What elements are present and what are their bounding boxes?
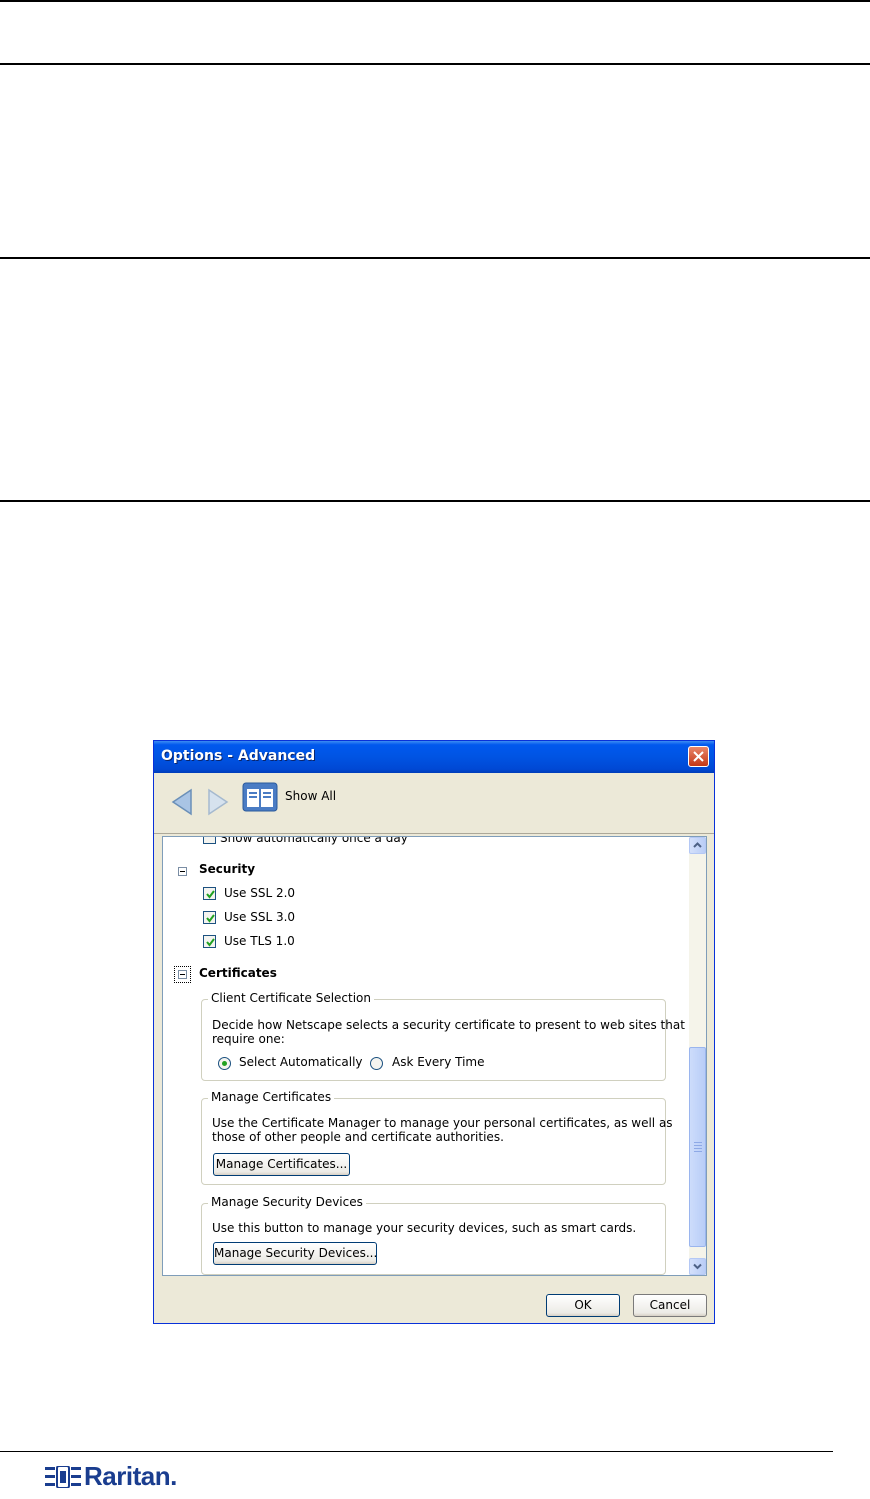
close-button[interactable] [688, 746, 709, 767]
close-icon [693, 751, 704, 762]
show-all-icon[interactable] [242, 782, 278, 812]
ssl2-label: Use SSL 2.0 [224, 886, 296, 900]
manage-devices-group: Manage Security Devices Use this button … [201, 1195, 666, 1275]
manage-certificates-button[interactable]: Manage Certificates... [213, 1153, 350, 1176]
security-heading: Security [199, 862, 256, 876]
manage-devices-desc: Use this button to manage your security … [212, 1221, 637, 1235]
manage-certs-desc-2: those of other people and certificate au… [212, 1130, 504, 1144]
security-collapse-toggle[interactable] [178, 867, 187, 876]
footer-rule [0, 1451, 833, 1452]
client-cert-desc-2: require one: [212, 1032, 285, 1046]
select-automatically-label[interactable]: Select Automatically [239, 1055, 363, 1069]
client-cert-group: Client Certificate Selection Decide how … [201, 991, 685, 1081]
dialog-title: Options - Advanced [161, 748, 316, 764]
radio-ask-every-time[interactable] [370, 1057, 383, 1070]
page-rule-top [0, 0, 870, 2]
tls1-label: Use TLS 1.0 [224, 934, 295, 948]
client-cert-legend: Client Certificate Selection [208, 991, 375, 1005]
checkbox-ssl3[interactable] [203, 911, 216, 924]
check-icon [206, 890, 215, 899]
client-cert-desc-1: Decide how Netscape selects a security c… [212, 1018, 685, 1032]
scroll-thumb[interactable] [689, 1047, 706, 1247]
certificates-heading: Certificates [199, 966, 277, 980]
toolbar: Show All [154, 773, 714, 834]
forward-arrow-icon[interactable] [207, 788, 229, 816]
vertical-scrollbar[interactable] [689, 837, 706, 1275]
cancel-button[interactable]: Cancel [633, 1294, 707, 1317]
scroll-up-button[interactable] [689, 837, 706, 854]
options-dialog: Options - Advanced Show All Show automat… [153, 740, 715, 1324]
ok-button[interactable]: OK [546, 1294, 620, 1317]
check-icon [206, 914, 215, 923]
checkbox-show-daily[interactable] [203, 837, 216, 844]
radio-select-automatically[interactable] [218, 1057, 231, 1070]
raritan-logo-text: Raritan. [84, 1461, 177, 1491]
manage-certs-group: Manage Certificates Use the Certificate … [201, 1090, 673, 1185]
scroll-down-button[interactable] [689, 1258, 706, 1275]
truncated-item: Show automatically once a day [220, 836, 408, 845]
chevron-down-icon [693, 1263, 702, 1270]
page-rule-3 [0, 500, 870, 502]
ssl3-label: Use SSL 3.0 [224, 910, 296, 924]
certificates-collapse-toggle[interactable] [178, 970, 187, 979]
manage-security-devices-button[interactable]: Manage Security Devices... [213, 1242, 377, 1265]
manage-certs-desc-1: Use the Certificate Manager to manage yo… [212, 1116, 673, 1130]
page-rule-1 [0, 63, 870, 65]
back-arrow-icon[interactable] [171, 788, 193, 816]
manage-devices-legend: Manage Security Devices [208, 1195, 366, 1209]
manage-certs-legend: Manage Certificates [208, 1090, 335, 1104]
checkbox-tls1[interactable] [203, 935, 216, 948]
options-content: Show automatically once a day Security U… [162, 836, 707, 1276]
title-bar[interactable]: Options - Advanced [154, 741, 714, 773]
show-all-label[interactable]: Show All [285, 789, 336, 803]
raritan-logo-icon [45, 1466, 81, 1488]
ask-every-time-label[interactable]: Ask Every Time [392, 1055, 485, 1069]
checkbox-ssl2[interactable] [203, 887, 216, 900]
check-icon [206, 938, 215, 947]
chevron-up-icon [693, 842, 702, 848]
page-rule-2 [0, 257, 870, 259]
